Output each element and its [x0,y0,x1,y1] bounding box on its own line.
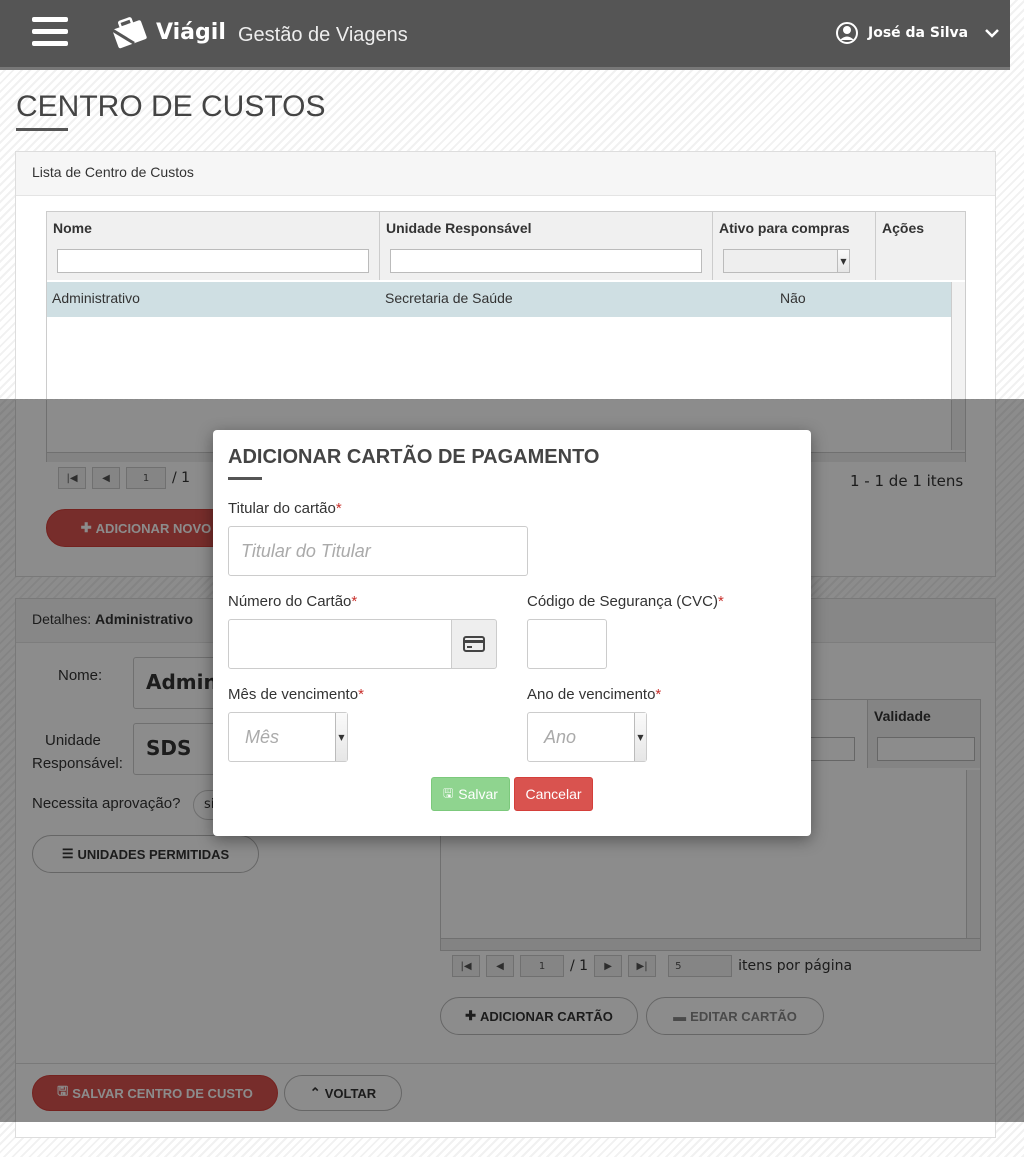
ano-select[interactable]: Ano ▼ [527,712,647,762]
cvc-input[interactable] [527,619,607,669]
filter-ativo-select[interactable]: ▼ [723,249,850,273]
top-navbar: Viágil Gestão de Viagens José da Silva [0,0,1010,70]
card-number-input[interactable] [228,619,452,669]
user-name: José da Silva [868,25,969,41]
ano-label: Ano de vencimento* [527,686,662,703]
modal-title: ADICIONAR CARTÃO DE PAGAMENTO [228,446,600,468]
select-arrow-icon: ▼ [634,713,646,761]
brand-logo[interactable]: Viágil [108,14,226,50]
page-title: CENTRO DE CUSTOS [16,90,326,123]
save-icon: 🖫 [443,785,454,800]
numero-label: Número do Cartão* [228,593,358,610]
titular-input[interactable]: Titular do Titular [228,526,528,576]
list-panel-title: Lista de Centro de Custos [32,164,194,180]
user-menu[interactable]: José da Silva [836,22,1000,44]
titular-label: Titular do cartão* [228,500,342,517]
cell-unidade: Secretaria de Saúde [385,290,513,306]
user-avatar-icon [836,22,858,44]
menu-icon[interactable] [32,17,68,47]
mes-select[interactable]: Mês ▼ [228,712,348,762]
select-arrow-icon: ▼ [335,713,347,761]
table-row[interactable]: Administrativo Secretaria de Saúde Não [47,282,951,317]
add-card-modal: ADICIONAR CARTÃO DE PAGAMENTO Titular do… [213,430,811,836]
cell-ativo: Não [780,290,806,306]
cell-nome: Administrativo [52,290,140,306]
filter-nome-input[interactable] [57,249,369,273]
filter-unidade-input[interactable] [390,249,702,273]
brand-name: Viágil [156,19,226,45]
app-subtitle: Gestão de Viagens [238,24,408,46]
cancel-button[interactable]: Cancelar [514,777,593,811]
mes-label: Mês de vencimento* [228,686,364,703]
title-underline [16,128,68,131]
chevron-down-icon [985,29,1000,38]
suitcase-logo-icon [111,17,147,49]
save-button[interactable]: 🖫 Salvar [431,777,510,811]
credit-card-icon [451,619,497,669]
list-panel-header: Lista de Centro de Custos [16,152,995,196]
modal-title-underline [228,477,262,480]
cvc-label: Código de Segurança (CVC)* [527,593,724,610]
column-header-acoes: Ações [876,212,965,280]
